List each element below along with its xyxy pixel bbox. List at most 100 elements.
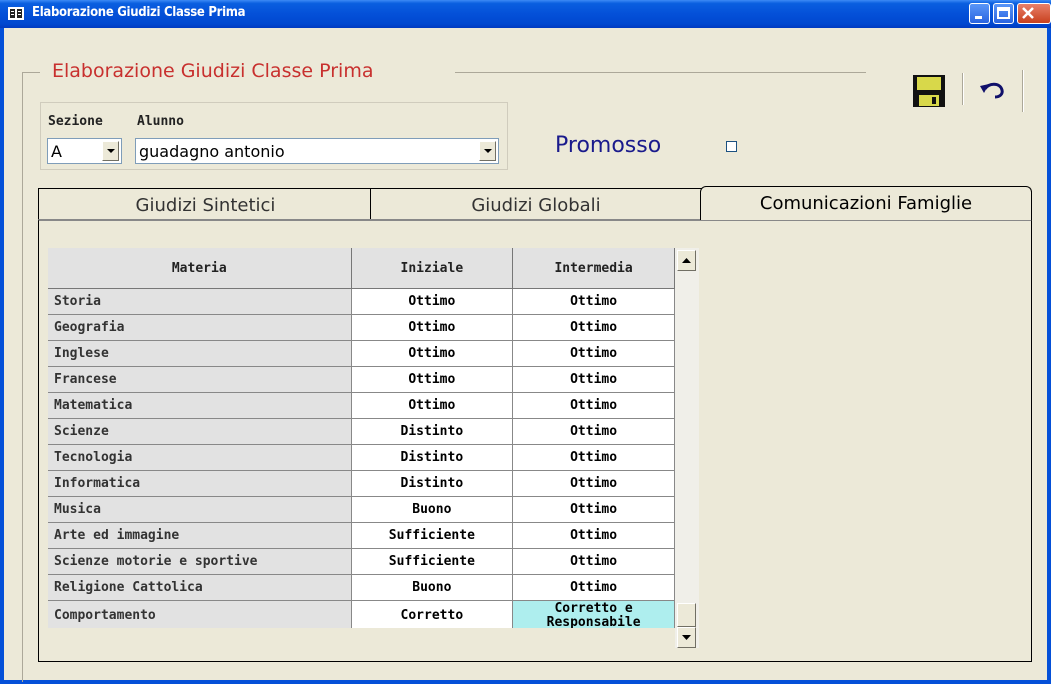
undo-button[interactable] — [976, 76, 1010, 104]
table-row[interactable]: Comportamento Corretto Corretto e Responsa… — [48, 600, 675, 628]
table-row[interactable]: Arte ed immagine Sufficiente Ottimo — [48, 522, 675, 549]
table-row[interactable]: Inglese Ottimo Ottimo — [48, 340, 675, 367]
cell-materia[interactable]: Geografia — [48, 314, 352, 341]
cell-intermedia[interactable]: Ottimo — [512, 548, 675, 575]
cell-materia[interactable]: Storia — [48, 288, 352, 315]
chevron-down-icon — [107, 149, 115, 153]
cell-materia[interactable]: Arte ed immagine — [48, 522, 352, 549]
cell-intermedia[interactable]: Ottimo — [512, 496, 675, 523]
column-header-materia[interactable]: Materia — [48, 248, 352, 289]
minimize-button[interactable] — [969, 3, 990, 24]
toolbar-separator — [962, 73, 963, 105]
tab-label: Comunicazioni Famiglie — [759, 193, 973, 214]
cell-materia[interactable]: Musica — [48, 496, 352, 523]
cell-iniziale[interactable]: Ottimo — [351, 366, 514, 393]
cell-intermedia[interactable]: Ottimo — [512, 470, 675, 497]
table-row[interactable]: Matematica Ottimo Ottimo — [48, 392, 675, 419]
cell-intermedia[interactable]: Ottimo — [512, 314, 675, 341]
group-border — [22, 72, 40, 73]
scroll-down-button[interactable] — [677, 627, 696, 648]
cell-iniziale[interactable]: Ottimo — [351, 288, 514, 315]
cell-materia[interactable]: Informatica — [48, 470, 352, 497]
cell-materia[interactable]: Francese — [48, 366, 352, 393]
chevron-down-icon — [484, 149, 492, 153]
grid-vertical-scrollbar[interactable] — [675, 248, 699, 648]
cell-intermedia[interactable]: Ottimo — [512, 340, 675, 367]
table-row[interactable]: Francese Ottimo Ottimo — [48, 366, 675, 393]
window-frame-bottom — [0, 680, 1051, 684]
tab-giudizi-globali[interactable]: Giudizi Globali — [370, 188, 702, 220]
minimize-icon — [975, 16, 982, 19]
maximize-button[interactable] — [993, 3, 1014, 24]
grades-grid[interactable]: Materia Iniziale Intermedia Storia Ottimo… — [48, 248, 675, 628]
cell-materia[interactable]: Comportamento — [48, 600, 352, 628]
grades-table: Materia Iniziale Intermedia Storia Ottimo… — [48, 248, 675, 628]
table-row[interactable]: Musica Buono Ottimo — [48, 496, 675, 523]
cell-iniziale[interactable]: Distinto — [351, 470, 514, 497]
cell-materia[interactable]: Scienze motorie e sportive — [48, 548, 352, 575]
title-bar[interactable]: Elaborazione Giudizi Classe Prima — [0, 0, 1051, 28]
dropdown-arrow-button[interactable] — [479, 141, 496, 161]
close-icon — [1022, 7, 1034, 19]
cell-materia[interactable]: Matematica — [48, 392, 352, 419]
group-border — [455, 72, 866, 73]
tab-giudizi-sintetici[interactable]: Giudizi Sintetici — [38, 188, 373, 220]
cell-iniziale[interactable]: Buono — [351, 574, 514, 601]
cell-intermedia[interactable]: Ottimo — [512, 288, 675, 315]
app-window: Elaborazione Giudizi Classe Prima Elabor… — [0, 0, 1051, 684]
cell-intermedia[interactable]: Ottimo — [512, 418, 675, 445]
scroll-thumb[interactable] — [677, 603, 696, 627]
cell-intermedia-selected[interactable]: Corretto e Responsabile — [512, 600, 675, 628]
cell-iniziale[interactable]: Sufficiente — [351, 548, 514, 575]
cell-iniziale[interactable]: Ottimo — [351, 340, 514, 367]
cell-intermedia[interactable]: Ottimo — [512, 574, 675, 601]
undo-icon — [980, 82, 1004, 99]
save-button[interactable] — [912, 74, 946, 108]
arrow-up-icon — [682, 258, 691, 263]
cell-iniziale[interactable]: Ottimo — [351, 314, 514, 341]
cell-iniziale[interactable]: Ottimo — [351, 392, 514, 419]
sezione-label: Sezione — [48, 114, 103, 129]
column-header-iniziale[interactable]: Iniziale — [351, 248, 514, 289]
table-row[interactable]: Geografia Ottimo Ottimo — [48, 314, 675, 341]
cell-iniziale[interactable]: Buono — [351, 496, 514, 523]
sezione-dropdown[interactable]: A — [47, 138, 122, 164]
cell-intermedia[interactable]: Ottimo — [512, 444, 675, 471]
cell-iniziale[interactable]: Sufficiente — [351, 522, 514, 549]
toolbar-separator — [1022, 70, 1023, 112]
table-row[interactable]: Scienze Distinto Ottimo — [48, 418, 675, 445]
cell-intermedia[interactable]: Ottimo — [512, 392, 675, 419]
app-book-icon — [8, 7, 24, 20]
window-frame-right — [1047, 28, 1051, 684]
cell-materia[interactable]: Religione Cattolica — [48, 574, 352, 601]
table-row[interactable]: Tecnologia Distinto Ottimo — [48, 444, 675, 471]
cell-iniziale[interactable]: Corretto — [351, 600, 514, 628]
cell-materia[interactable]: Inglese — [48, 340, 352, 367]
group-border — [22, 72, 23, 682]
cell-materia[interactable]: Tecnologia — [48, 444, 352, 471]
tab-comunicazioni-famiglie[interactable]: Comunicazioni Famiglie — [700, 186, 1032, 220]
sezione-value: A — [51, 142, 62, 161]
cell-iniziale[interactable]: Distinto — [351, 418, 514, 445]
close-button[interactable] — [1017, 3, 1051, 24]
cell-intermedia[interactable]: Ottimo — [512, 522, 675, 549]
cell-iniziale[interactable]: Distinto — [351, 444, 514, 471]
scroll-up-button[interactable] — [677, 250, 696, 271]
dropdown-arrow-button[interactable] — [102, 141, 119, 161]
cell-intermedia[interactable]: Ottimo — [512, 366, 675, 393]
promosso-label: Promosso — [555, 133, 662, 158]
promosso-checkbox[interactable] — [726, 141, 737, 152]
cell-materia[interactable]: Scienze — [48, 418, 352, 445]
tab-label: Giudizi Globali — [471, 195, 601, 216]
maximize-icon — [997, 7, 1010, 19]
table-row[interactable]: Scienze motorie e sportive Sufficiente Ott… — [48, 548, 675, 575]
window-title: Elaborazione Giudizi Classe Prima — [32, 5, 246, 20]
grid-header-row: Materia Iniziale Intermedia — [48, 248, 675, 289]
table-row[interactable]: Informatica Distinto Ottimo — [48, 470, 675, 497]
alunno-label: Alunno — [137, 114, 184, 129]
table-row[interactable]: Religione Cattolica Buono Ottimo — [48, 574, 675, 601]
column-header-intermedia[interactable]: Intermedia — [512, 248, 675, 289]
alunno-dropdown[interactable]: guadagno antonio — [135, 138, 499, 164]
table-row[interactable]: Storia Ottimo Ottimo — [48, 288, 675, 315]
group-title: Elaborazione Giudizi Classe Prima — [52, 60, 374, 82]
